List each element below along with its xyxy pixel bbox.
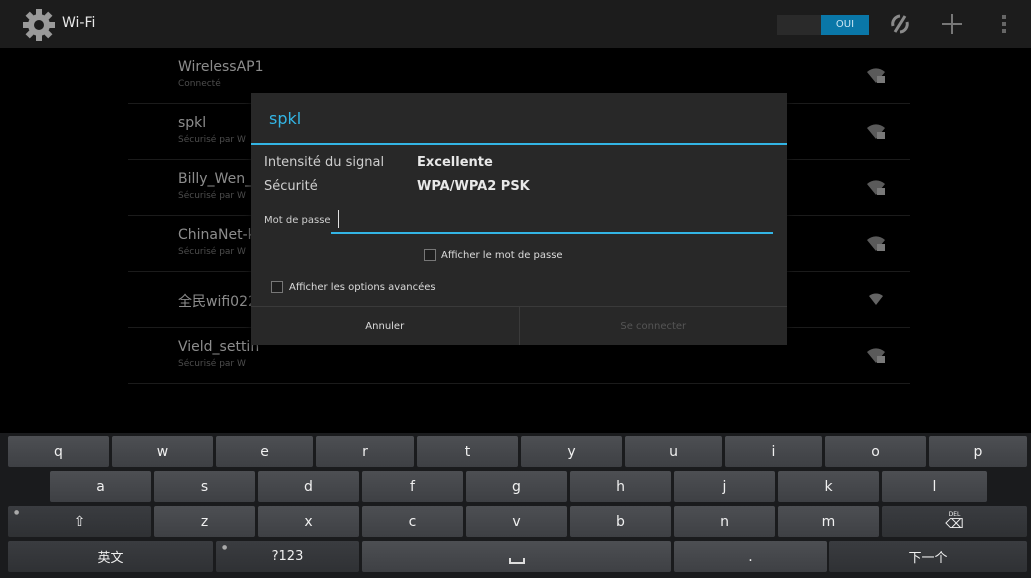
key-y[interactable]: y [521, 436, 622, 467]
symbols-key-label: ?123 [271, 549, 304, 564]
key-e[interactable]: e [216, 436, 313, 467]
show-password-checkbox[interactable] [424, 249, 436, 261]
key-z[interactable]: z [154, 506, 255, 537]
language-key[interactable]: 英文 [8, 541, 213, 572]
shift-key[interactable]: ● ⇧ [8, 506, 151, 537]
key-u[interactable]: u [625, 436, 722, 467]
key-q[interactable]: q [8, 436, 109, 467]
key-d[interactable]: d [258, 471, 359, 502]
overflow-menu-icon[interactable] [990, 10, 1018, 38]
advanced-options-checkbox[interactable] [271, 281, 283, 293]
security-label: Sécurité [264, 179, 318, 194]
password-input[interactable] [331, 208, 773, 234]
key-f[interactable]: f [362, 471, 463, 502]
signal-strength-label: Intensité du signal [264, 155, 385, 170]
connect-button[interactable]: Se connecter [520, 307, 788, 345]
key-b[interactable]: b [570, 506, 671, 537]
key-k[interactable]: k [778, 471, 879, 502]
delete-key[interactable]: DEL ⌫ [882, 506, 1027, 537]
signal-strength-value: Excellente [417, 155, 493, 170]
next-key[interactable]: 下一个 [829, 541, 1027, 572]
key-x[interactable]: x [258, 506, 359, 537]
key-s[interactable]: s [154, 471, 255, 502]
key-i[interactable]: i [725, 436, 822, 467]
advanced-options-label[interactable]: Afficher les options avancées [289, 282, 436, 293]
wifi-connect-dialog: spkl Intensité du signal Excellente Sécu… [251, 93, 787, 345]
key-c[interactable]: c [362, 506, 463, 537]
page-title: Wi-Fi [62, 15, 96, 31]
cancel-button[interactable]: Annuler [251, 307, 520, 345]
security-value: WPA/WPA2 PSK [417, 179, 530, 194]
password-label: Mot de passe [264, 215, 331, 226]
period-key[interactable]: . [674, 541, 827, 572]
key-r[interactable]: r [316, 436, 414, 467]
dialog-title-divider [251, 143, 787, 145]
key-o[interactable]: o [825, 436, 926, 467]
add-icon[interactable] [938, 10, 966, 38]
symbols-key[interactable]: ● ?123 [216, 541, 359, 572]
space-key[interactable] [362, 541, 671, 572]
dialog-title: spkl [269, 109, 302, 128]
text-cursor [338, 210, 339, 228]
key-v[interactable]: v [466, 506, 567, 537]
show-password-label[interactable]: Afficher le mot de passe [441, 250, 563, 261]
key-hint-dot: ● [14, 509, 20, 516]
soft-keyboard: q w e r t y u i o p a s d f g h j k l ● … [0, 433, 1031, 578]
key-t[interactable]: t [417, 436, 518, 467]
key-m[interactable]: m [778, 506, 879, 537]
key-p[interactable]: p [929, 436, 1027, 467]
wifi-toggle-label: OUI [821, 15, 869, 35]
dialog-button-bar: Annuler Se connecter [251, 306, 787, 345]
key-l[interactable]: l [882, 471, 987, 502]
key-n[interactable]: n [674, 506, 775, 537]
space-icon [508, 557, 525, 564]
shift-icon: ⇧ [73, 513, 86, 530]
backspace-icon: ⌫ [945, 517, 964, 532]
action-bar: Wi-Fi OUI [0, 0, 1031, 48]
wifi-scan-icon[interactable] [886, 10, 914, 38]
key-a[interactable]: a [50, 471, 151, 502]
wifi-toggle[interactable]: OUI [777, 15, 869, 35]
gear-icon[interactable] [22, 8, 56, 42]
key-h[interactable]: h [570, 471, 671, 502]
key-w[interactable]: w [112, 436, 213, 467]
key-j[interactable]: j [674, 471, 775, 502]
key-hint-dot: ● [222, 544, 228, 551]
key-g[interactable]: g [466, 471, 567, 502]
